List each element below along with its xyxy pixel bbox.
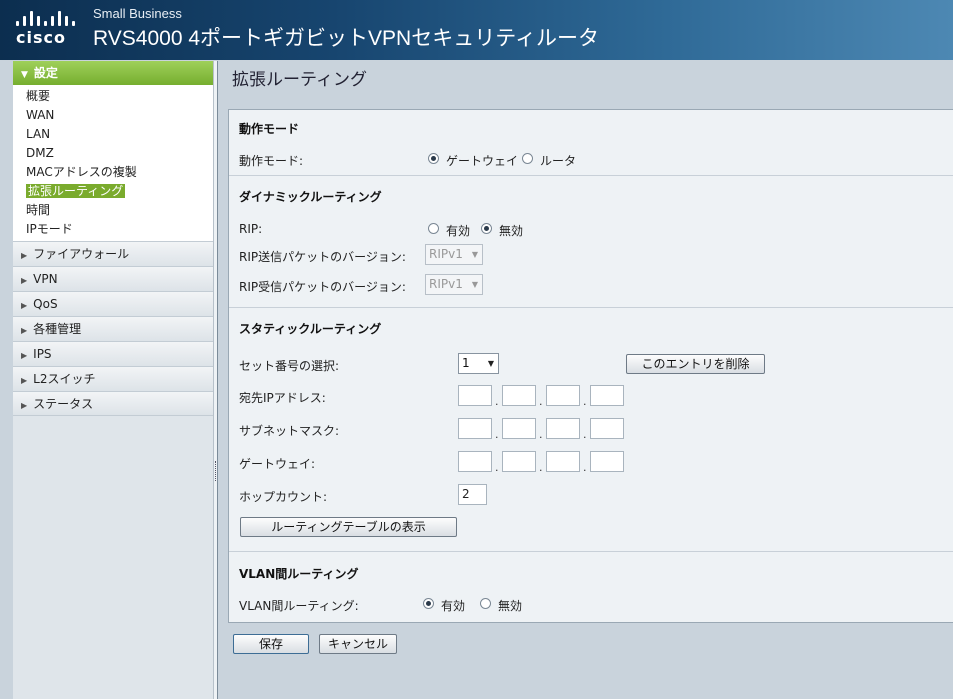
sidebar-section-vpn[interactable]: ▶ VPN [13,266,213,291]
triangle-right-icon: ▶ [21,301,28,310]
sidebar-item-time[interactable]: 時間 [13,201,213,220]
section-heading-inter-vlan-routing: VLAN間ルーティング [239,567,359,581]
sidebar-section-settings[interactable]: ▼ 設定 [13,61,213,85]
delete-entry-button[interactable]: このエントリを削除 [626,354,765,374]
dest-ip-label: 宛先IPアドレス: [239,391,326,405]
gateway-octet-4[interactable] [590,451,624,472]
radio-rip-enable-label: 有効 [446,224,471,238]
settings-panel: 動作モード 動作モード: ゲートウェイ ルータ ダイナミックルーティング RIP… [228,109,953,623]
set-number-select[interactable]: 1 ▼ [458,353,499,374]
radio-inter-vlan-disable[interactable] [480,598,491,609]
sidebar-item-overview[interactable]: 概要 [13,87,213,106]
hop-count-label: ホップカウント: [239,490,328,504]
radio-router-label: ルータ [540,154,577,168]
divider [229,307,953,308]
sidebar-item-wan[interactable]: WAN [13,106,213,125]
sidebar-item-advanced-routing[interactable]: 拡張ルーティング [13,182,213,201]
hop-count-input[interactable]: 2 [458,484,487,505]
sidebar-item-lan[interactable]: LAN [13,125,213,144]
sidebar-section-firewall[interactable]: ▶ ファイアウォール [13,241,213,266]
sidebar-item-mac-clone[interactable]: MACアドレスの複製 [13,163,213,182]
chevron-down-icon: ▼ [487,359,494,368]
section-heading-operation-mode: 動作モード [239,122,300,136]
inter-vlan-label: VLAN間ルーティング: [239,599,359,613]
main-content: 拡張ルーティング 動作モード 動作モード: ゲートウェイ ルータ ダイナミックル… [218,61,953,699]
sidebar-section-ips[interactable]: ▶ IPS [13,341,213,366]
radio-inter-vlan-enable-label: 有効 [441,599,466,613]
dest-ip-octet-4[interactable] [590,385,624,406]
radio-rip-disable[interactable] [481,223,492,234]
sidebar-section-l2-switch[interactable]: ▶ L2スイッチ [13,366,213,391]
dest-ip-octet-3[interactable] [546,385,580,406]
chevron-down-icon: ▼ [471,250,478,259]
show-routing-table-button[interactable]: ルーティングテーブルの表示 [240,517,457,537]
radio-router[interactable] [522,153,533,164]
radio-gateway[interactable] [428,153,439,164]
sidebar-section-administration[interactable]: ▶ 各種管理 [13,316,213,341]
rip-label: RIP: [239,222,263,236]
triangle-right-icon: ▶ [21,376,28,385]
dest-ip-octet-2[interactable] [502,385,536,406]
triangle-right-icon: ▶ [21,326,28,335]
subnet-mask-octet-3[interactable] [546,418,580,439]
app-header: cisco Small Business RVS4000 4ポートギガビットVP… [0,0,953,60]
sidebar-section-qos[interactable]: ▶ QoS [13,291,213,316]
radio-inter-vlan-disable-label: 無効 [498,599,523,613]
triangle-right-icon: ▶ [21,251,28,260]
divider [229,551,953,552]
section-heading-dynamic-routing: ダイナミックルーティング [239,190,382,204]
rip-recv-version-select[interactable]: RIPv1 ▼ [425,274,483,295]
rip-send-version-select[interactable]: RIPv1 ▼ [425,244,483,265]
product-subtitle: Small Business [93,6,182,21]
operation-mode-label: 動作モード: [239,154,304,168]
cancel-button[interactable]: キャンセル [319,634,397,654]
triangle-right-icon: ▶ [21,276,28,285]
subnet-mask-octet-1[interactable] [458,418,492,439]
rip-recv-version-label: RIP受信パケットのバージョン: [239,280,406,294]
triangle-down-icon: ▼ [21,70,28,80]
save-button[interactable]: 保存 [233,634,309,654]
subnet-mask-octet-2[interactable] [502,418,536,439]
section-heading-static-routing: スタティックルーティング [239,322,382,336]
cisco-logo: cisco [14,8,76,48]
set-number-label: セット番号の選択: [239,359,340,373]
logo-text: cisco [16,28,66,47]
settings-submenu: 概要 WAN LAN DMZ MACアドレスの複製 拡張ルーティング 時間 IP… [13,85,213,241]
gateway-label: ゲートウェイ: [239,457,316,471]
sidebar-section-status[interactable]: ▶ ステータス [13,391,213,416]
sidebar-item-ip-mode[interactable]: IPモード [13,220,213,239]
radio-inter-vlan-enable[interactable] [423,598,434,609]
radio-rip-enable[interactable] [428,223,439,234]
sidebar: ▼ 設定 概要 WAN LAN DMZ MACアドレスの複製 拡張ルーティング 時… [13,61,214,699]
chevron-down-icon: ▼ [471,280,478,289]
grip-icon [215,461,217,481]
radio-rip-disable-label: 無効 [499,224,524,238]
divider [229,175,953,176]
gateway-octet-3[interactable] [546,451,580,472]
triangle-right-icon: ▶ [21,401,28,410]
page-title: 拡張ルーティング [232,70,367,90]
sidebar-item-dmz[interactable]: DMZ [13,144,213,163]
rip-send-version-label: RIP送信パケットのバージョン: [239,250,406,264]
triangle-right-icon: ▶ [21,351,28,360]
radio-gateway-label: ゲートウェイ [446,154,519,168]
gateway-octet-1[interactable] [458,451,492,472]
product-title: RVS4000 4ポートギガビットVPNセキュリティルータ [93,27,599,50]
gateway-octet-2[interactable] [502,451,536,472]
dest-ip-octet-1[interactable] [458,385,492,406]
subnet-mask-label: サブネットマスク: [239,424,340,438]
subnet-mask-octet-4[interactable] [590,418,624,439]
